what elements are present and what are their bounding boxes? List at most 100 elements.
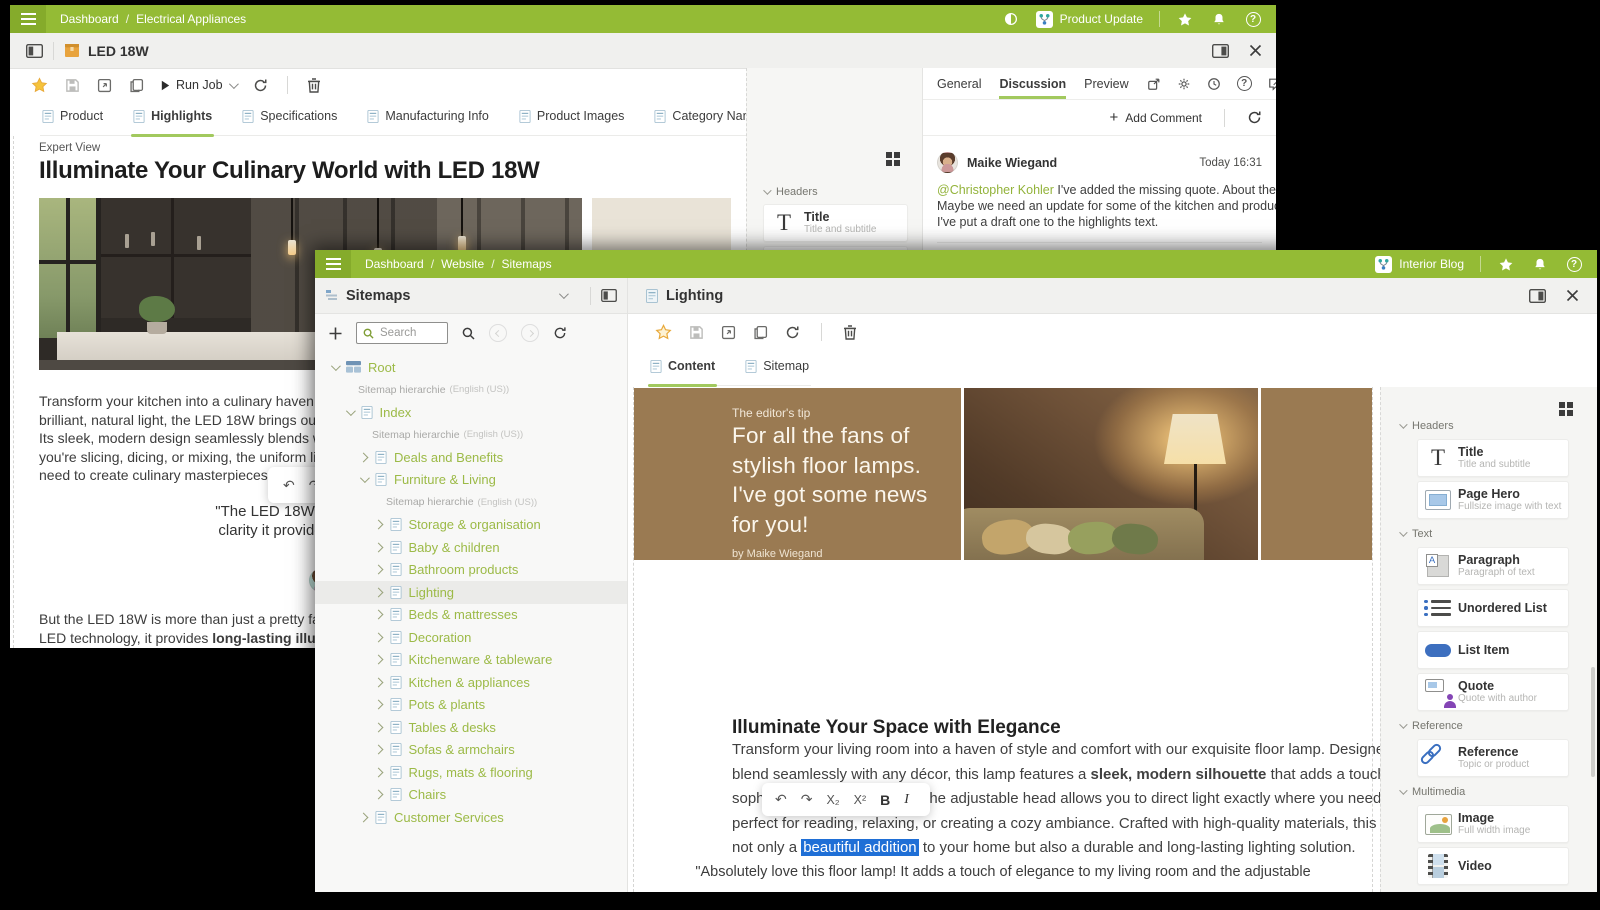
superscript-button[interactable]: X² — [847, 783, 874, 816]
help-icon[interactable]: ? — [1236, 76, 1252, 91]
refresh-tree-icon[interactable] — [553, 326, 567, 340]
breadcrumb-item-dashboard[interactable]: Dashboard — [60, 12, 119, 26]
collapse-panel-icon[interactable] — [26, 43, 43, 58]
tab-discussion[interactable]: Discussion — [999, 68, 1066, 99]
run-job-button[interactable]: Run Job — [161, 78, 239, 92]
chevron-down-icon[interactable] — [330, 360, 341, 371]
automation-gear-icon[interactable] — [1177, 77, 1191, 91]
tree-item-rugs-mats-flooring[interactable]: Rugs, mats & flooring — [315, 761, 627, 784]
notifications-bell-icon[interactable] — [1210, 10, 1228, 28]
search-input[interactable] — [380, 327, 438, 339]
breadcrumb-item-sitemaps[interactable]: Sitemaps — [502, 257, 552, 271]
history-clock-icon[interactable] — [1207, 77, 1221, 91]
theme-icon[interactable] — [1002, 10, 1020, 28]
split-view-icon[interactable] — [1529, 288, 1546, 303]
chevron-right-icon[interactable] — [373, 789, 383, 800]
tree-item-kitchenware-tableware[interactable]: Kitchenware & tableware — [315, 649, 627, 672]
tree-item-baby-children[interactable]: Baby & children — [315, 536, 627, 559]
undo-button[interactable]: ↶ — [276, 467, 302, 503]
refresh-comments-icon[interactable] — [1247, 110, 1262, 125]
chevron-right-icon[interactable] — [373, 564, 383, 575]
open-preview-icon[interactable] — [721, 325, 736, 340]
tree-item-index[interactable]: Index — [315, 401, 627, 424]
palette-item-page-hero[interactable]: Page HeroFullsize image with text — [1417, 481, 1569, 519]
page-hero-block[interactable]: The editor's tip For all the fans of styl… — [634, 388, 1372, 560]
open-preview-icon[interactable] — [97, 78, 112, 93]
tree-item-storage-organisation[interactable]: Storage & organisation — [315, 514, 627, 537]
chevron-right-icon[interactable] — [373, 632, 383, 643]
tree-item-chairs[interactable]: Chairs — [315, 784, 627, 807]
tree-item-deals-and-benefits[interactable]: Deals and Benefits — [315, 446, 627, 469]
palette-section-text[interactable]: Text — [1399, 528, 1579, 540]
palette-item-quote[interactable]: Quote Quote with author — [1417, 673, 1569, 711]
tab-specifications[interactable]: Specifications — [240, 109, 339, 135]
chevron-right-icon[interactable] — [373, 519, 383, 530]
favorite-star-icon[interactable] — [31, 77, 48, 93]
text-segment[interactable]: @Christopher Kohler — [937, 183, 1054, 197]
tab-preview[interactable]: Preview — [1084, 68, 1128, 99]
bold-button[interactable]: B — [873, 783, 897, 816]
tab-product[interactable]: Product — [40, 109, 105, 135]
collapse-panel-icon[interactable] — [601, 289, 617, 302]
tab-product-images[interactable]: Product Images — [517, 109, 627, 135]
palette-item-unordered-list[interactable]: Unordered List — [1417, 589, 1569, 627]
tree-item-bathroom-products[interactable]: Bathroom products — [315, 559, 627, 582]
notes-icon[interactable] — [1268, 77, 1276, 91]
palette-item-paragraph[interactable]: A Paragraph Paragraph of text — [1417, 547, 1569, 585]
tree-item-beds-mattresses[interactable]: Beds & mattresses — [315, 604, 627, 627]
italic-button[interactable]: I — [897, 783, 916, 816]
tree-item-root[interactable]: Root — [315, 356, 627, 379]
delete-trash-icon[interactable] — [843, 324, 857, 340]
tree-item-tables-desks[interactable]: Tables & desks — [315, 716, 627, 739]
chevron-right-icon[interactable] — [373, 677, 383, 688]
chevron-right-icon[interactable] — [358, 452, 369, 463]
refresh-icon[interactable] — [785, 325, 800, 340]
search-button[interactable] — [462, 327, 475, 340]
palette-section-headers[interactable]: Headers — [763, 186, 908, 198]
app-badge[interactable]: Interior Blog — [1375, 255, 1464, 273]
chevron-right-icon[interactable] — [373, 609, 383, 620]
close-icon[interactable] — [1566, 289, 1579, 302]
palette-item-list-item[interactable]: List Item — [1417, 631, 1569, 669]
chevron-right-icon[interactable] — [373, 744, 383, 755]
chevron-right-icon[interactable] — [373, 542, 383, 553]
tab-content[interactable]: Content — [648, 359, 718, 387]
save-icon[interactable] — [689, 325, 704, 340]
duplicate-icon[interactable] — [753, 325, 768, 340]
palette-item-title[interactable]: T Title Title and subtitle — [1417, 439, 1569, 477]
tree-item-customer-services[interactable]: Customer Services — [315, 806, 627, 829]
palette-section-headers[interactable]: Headers — [1399, 420, 1579, 432]
chevron-down-icon[interactable] — [359, 473, 370, 484]
chevron-down-icon[interactable] — [558, 289, 569, 300]
subscript-button[interactable]: X₂ — [819, 783, 846, 816]
chevron-right-icon[interactable] — [358, 812, 369, 823]
chevron-right-icon[interactable] — [373, 587, 383, 598]
grid-view-icon[interactable] — [886, 152, 900, 166]
tab-sitemap[interactable]: Sitemap — [743, 359, 811, 385]
close-icon[interactable] — [1249, 44, 1262, 57]
tree-item-sofas-armchairs[interactable]: Sofas & armchairs — [315, 739, 627, 762]
navigate-forward-button[interactable] — [521, 324, 539, 342]
share-icon[interactable] — [1147, 77, 1161, 91]
grid-view-icon[interactable] — [1559, 402, 1573, 416]
add-node-button[interactable] — [329, 327, 342, 340]
breadcrumb-item-electrical-appliances[interactable]: Electrical Appliances — [136, 12, 246, 26]
palette-item-title[interactable]: T Title Title and subtitle — [763, 204, 908, 242]
split-view-icon[interactable] — [1212, 43, 1229, 58]
palette-scrollbar[interactable] — [1591, 667, 1595, 777]
undo-button[interactable]: ↶ — [768, 783, 794, 816]
menu-button[interactable] — [10, 5, 46, 33]
tree-item-kitchen-appliances[interactable]: Kitchen & appliances — [315, 671, 627, 694]
favorites-star-icon[interactable] — [1497, 255, 1515, 273]
tab-highlights[interactable]: Highlights — [131, 109, 215, 137]
breadcrumb-item-website[interactable]: Website — [441, 257, 484, 271]
tree-item-pots-plants[interactable]: Pots & plants — [315, 694, 627, 717]
palette-item-image[interactable]: Image Full width image — [1417, 805, 1569, 843]
palette-section-multimedia[interactable]: Multimedia — [1399, 786, 1579, 798]
navigate-back-button[interactable] — [489, 324, 507, 342]
duplicate-icon[interactable] — [129, 78, 144, 93]
chevron-right-icon[interactable] — [373, 722, 383, 733]
content-editor[interactable]: The editor's tip For all the fans of styl… — [633, 387, 1428, 892]
tree-item-decoration[interactable]: Decoration — [315, 626, 627, 649]
menu-button[interactable] — [315, 250, 351, 278]
